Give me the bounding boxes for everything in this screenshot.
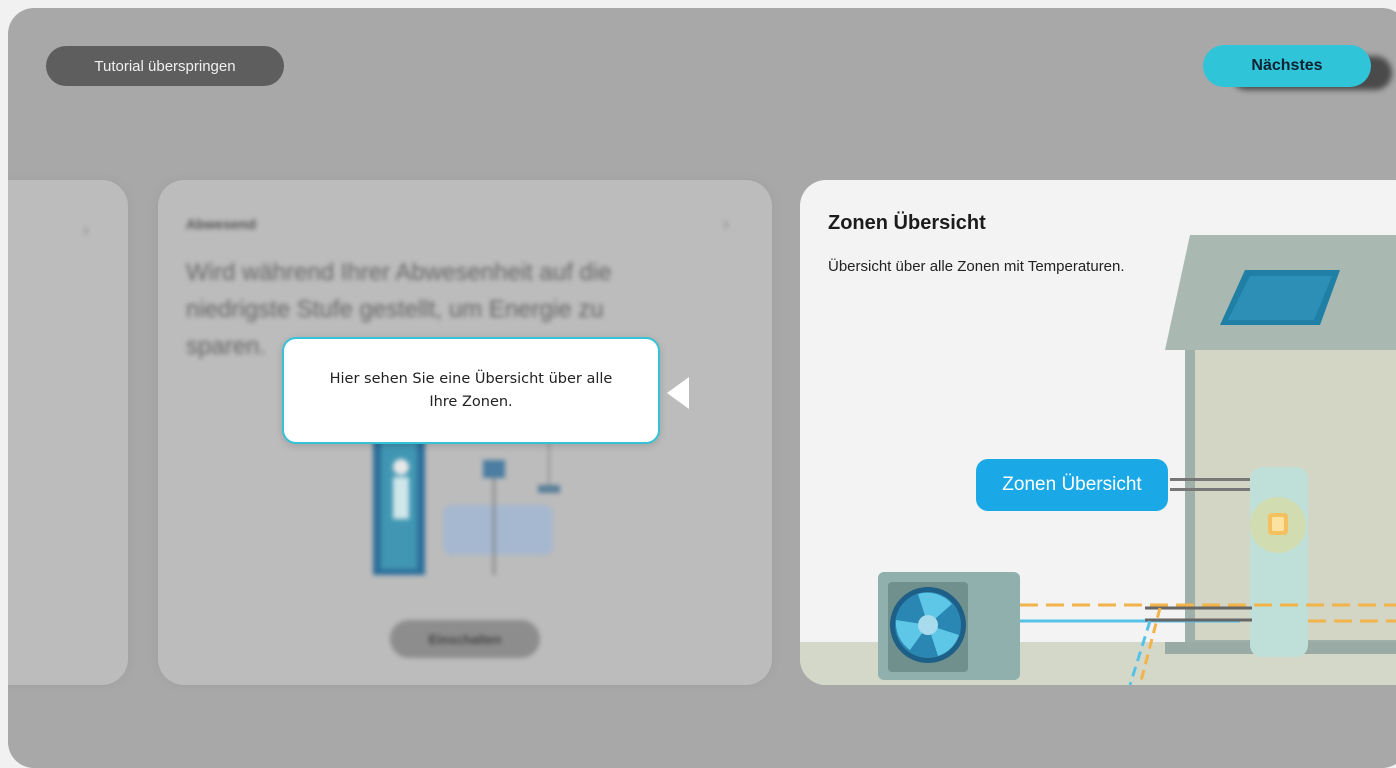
background-card-left: ›	[8, 180, 128, 685]
chevron-right-icon: ›	[83, 220, 89, 240]
card-title: Abwesend	[186, 216, 257, 232]
tooltip-text: Hier sehen Sie eine Übersicht über alle …	[329, 370, 613, 410]
heat-pump-illustration	[800, 235, 1396, 685]
enable-button[interactable]: Einschalten	[390, 620, 540, 658]
card-title: Zonen Übersicht	[828, 212, 986, 234]
zones-overview-button[interactable]: Zonen Übersicht	[976, 459, 1168, 511]
tutorial-overlay: Tutorial überspringen Nächstes › Abwesen…	[8, 8, 1396, 768]
chevron-right-icon: ›	[723, 214, 729, 234]
skip-tutorial-button[interactable]: Tutorial überspringen	[46, 46, 284, 86]
absent-illustration	[373, 435, 560, 575]
next-button[interactable]: Nächstes	[1203, 45, 1371, 87]
tutorial-tooltip: Hier sehen Sie eine Übersicht über alle …	[282, 337, 660, 444]
zones-overview-card[interactable]: Zonen Übersicht Übersicht über alle Zone…	[800, 180, 1396, 685]
card-description: Übersicht über alle Zonen mit Temperatur…	[828, 258, 1125, 275]
tooltip-arrow	[667, 377, 689, 409]
